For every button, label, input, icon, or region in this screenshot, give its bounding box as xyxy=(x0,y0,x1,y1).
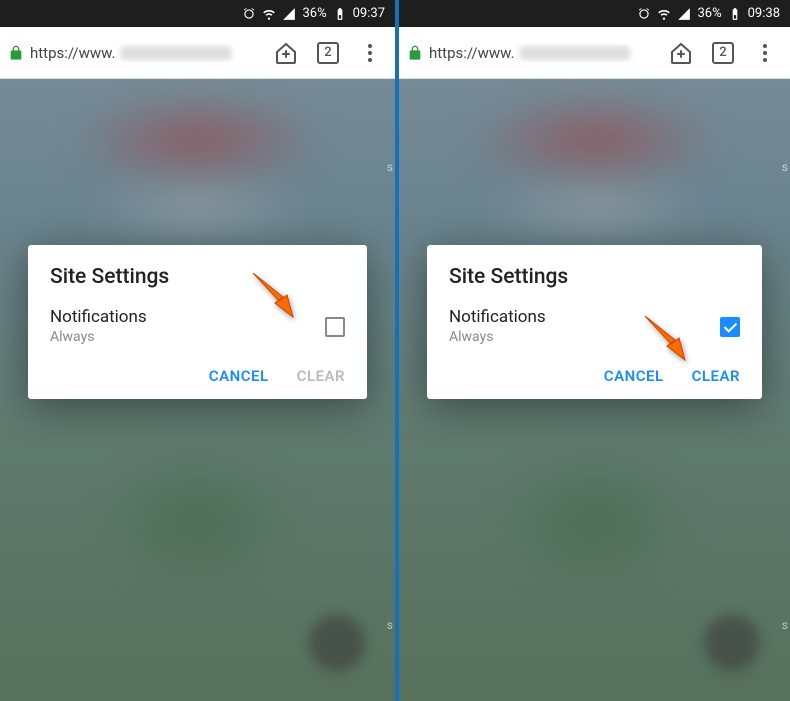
signal-icon xyxy=(282,7,296,21)
home-add-icon[interactable] xyxy=(269,36,303,70)
lock-icon xyxy=(407,45,423,61)
url-domain-redacted xyxy=(520,46,630,60)
url-bar: https://www. 2 xyxy=(399,27,790,79)
cancel-button[interactable]: CANCEL xyxy=(604,367,664,385)
menu-dots-icon[interactable] xyxy=(748,36,782,70)
notif-sublabel: Always xyxy=(50,329,147,345)
notif-label: Notifications xyxy=(449,307,546,327)
menu-dots-icon[interactable] xyxy=(353,36,387,70)
tab-count-button[interactable]: 2 xyxy=(706,36,740,70)
cancel-button[interactable]: CANCEL xyxy=(209,367,269,385)
notification-row[interactable]: Notifications Always xyxy=(449,307,740,345)
status-time: 09:37 xyxy=(353,6,385,21)
status-bar: 36% 09:38 xyxy=(399,0,790,27)
home-add-icon[interactable] xyxy=(664,36,698,70)
battery-percent: 36% xyxy=(302,6,326,21)
screenshot-right: 36% 09:38 https://www. 2 s s Site Settin… xyxy=(395,0,790,701)
notif-sublabel: Always xyxy=(449,329,546,345)
battery-icon xyxy=(333,7,347,21)
site-settings-dialog: Site Settings Notifications Always CANCE… xyxy=(28,245,367,399)
status-bar: 36% 09:37 xyxy=(0,0,395,27)
tab-count-button[interactable]: 2 xyxy=(311,36,345,70)
notif-checkbox[interactable] xyxy=(325,317,345,337)
screenshot-left: 36% 09:37 https://www. 2 s s Site Settin… xyxy=(0,0,395,701)
alarm-icon xyxy=(637,7,651,21)
dialog-title: Site Settings xyxy=(50,265,345,289)
url-bar: https://www. 2 xyxy=(0,27,395,79)
notif-label: Notifications xyxy=(50,307,147,327)
clear-button: CLEAR xyxy=(297,367,345,385)
fab-blur xyxy=(704,615,760,671)
battery-percent: 36% xyxy=(697,6,721,21)
dialog-title: Site Settings xyxy=(449,265,740,289)
alarm-icon xyxy=(242,7,256,21)
notif-checkbox[interactable] xyxy=(720,317,740,337)
url-domain-redacted xyxy=(121,46,231,60)
battery-icon xyxy=(728,7,742,21)
url-field[interactable]: https://www. xyxy=(8,44,261,62)
lock-icon xyxy=(8,45,24,61)
wifi-icon xyxy=(262,7,276,21)
signal-icon xyxy=(677,7,691,21)
fab-blur xyxy=(309,615,365,671)
wifi-icon xyxy=(657,7,671,21)
status-time: 09:38 xyxy=(748,6,780,21)
url-field[interactable]: https://www. xyxy=(407,44,656,62)
clear-button[interactable]: CLEAR xyxy=(692,367,740,385)
notification-row[interactable]: Notifications Always xyxy=(50,307,345,345)
site-settings-dialog: Site Settings Notifications Always CANCE… xyxy=(427,245,762,399)
